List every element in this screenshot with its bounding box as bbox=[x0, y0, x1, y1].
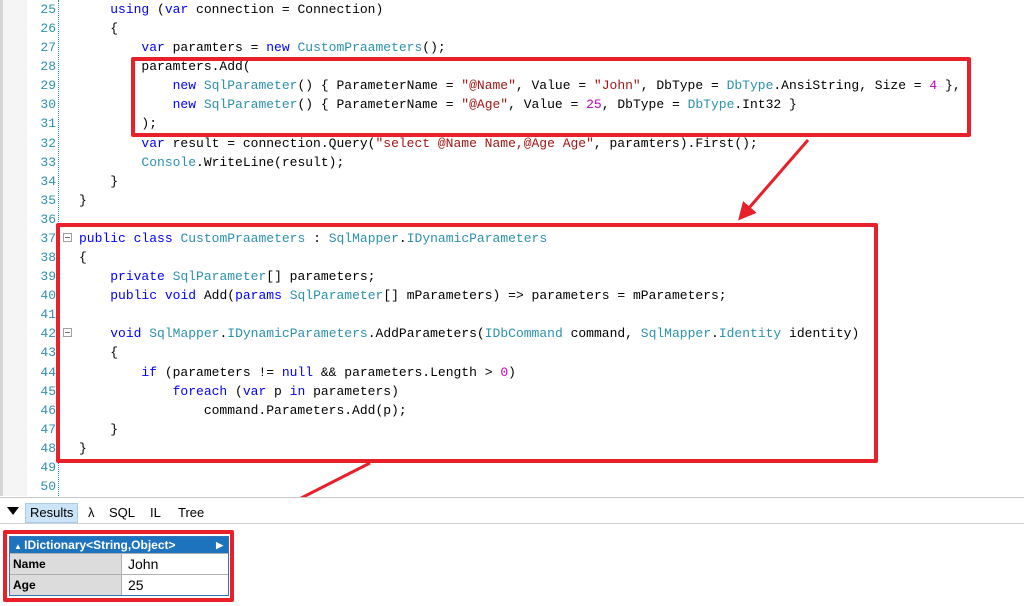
code-text: } bbox=[79, 172, 118, 191]
line-number: 36 bbox=[40, 211, 56, 227]
code-token: result = connection.Query( bbox=[164, 135, 376, 151]
code-token: "select @Name Name,@Age Age" bbox=[375, 135, 594, 151]
line-number: 39 bbox=[40, 269, 56, 285]
line-number: 25 bbox=[40, 2, 56, 17]
row-key: Age bbox=[10, 575, 122, 595]
code-token: ( bbox=[149, 2, 165, 17]
code-text: } bbox=[79, 191, 87, 210]
line-number: 41 bbox=[40, 307, 56, 323]
code-line[interactable]: 26 { bbox=[0, 19, 1024, 38]
tab-results[interactable]: Results bbox=[25, 503, 79, 523]
code-token: var bbox=[141, 40, 165, 56]
code-token: } bbox=[79, 173, 119, 189]
code-token: { bbox=[79, 21, 119, 37]
code-token: .WriteLine(result); bbox=[196, 154, 345, 170]
line-number: 34 bbox=[40, 173, 56, 189]
results-toolbar: Results λ SQL IL Tree bbox=[0, 497, 1024, 528]
result-dictionary-table: ▲ IDictionary<String,Object> ▶ Name John… bbox=[9, 536, 229, 596]
line-number: 26 bbox=[40, 21, 56, 37]
dictionary-header[interactable]: ▲ IDictionary<String,Object> ▶ bbox=[10, 537, 228, 553]
code-token: Console bbox=[141, 154, 197, 170]
code-token: new bbox=[266, 40, 290, 56]
highlight-box-custom-class bbox=[56, 223, 878, 463]
line-number: 48 bbox=[40, 440, 56, 456]
table-row: Age 25 bbox=[10, 574, 228, 595]
code-token: using bbox=[110, 2, 150, 17]
highlight-box-parameters-add bbox=[131, 57, 971, 137]
line-number: 44 bbox=[40, 364, 56, 380]
line-number: 32 bbox=[40, 135, 56, 151]
line-number: 30 bbox=[40, 97, 56, 113]
collapse-triangle-icon[interactable] bbox=[7, 507, 19, 515]
line-number: 38 bbox=[40, 250, 56, 266]
code-token: paramters = bbox=[164, 40, 267, 56]
code-line[interactable]: 27 var paramters = new CustomPraameters(… bbox=[0, 38, 1024, 57]
code-text: using (var connection = Connection) bbox=[79, 0, 383, 19]
row-value: 25 bbox=[128, 577, 144, 593]
line-number: 29 bbox=[40, 78, 56, 94]
code-token: var bbox=[164, 2, 189, 17]
row-key: Name bbox=[10, 554, 122, 574]
line-number: 27 bbox=[40, 40, 56, 56]
code-token: CustomPraameters bbox=[297, 40, 423, 56]
code-token: connection = Connection) bbox=[188, 2, 384, 17]
line-number: 28 bbox=[40, 59, 56, 75]
code-line[interactable]: 25 using (var connection = Connection) bbox=[0, 0, 1024, 19]
code-token: , paramters).First(); bbox=[593, 135, 758, 151]
code-text: var paramters = new CustomPraameters(); bbox=[79, 38, 446, 57]
code-token: var bbox=[141, 135, 165, 151]
collapse-up-icon[interactable]: ▲ bbox=[14, 542, 24, 551]
tab-il[interactable]: IL bbox=[146, 504, 165, 522]
line-number: 50 bbox=[40, 479, 56, 494]
line-number: 42 bbox=[40, 326, 56, 342]
line-number: 33 bbox=[40, 154, 56, 170]
line-number: 40 bbox=[40, 288, 56, 304]
line-number: 37 bbox=[40, 230, 56, 246]
table-row: Name John bbox=[10, 553, 228, 574]
line-number: 45 bbox=[40, 383, 56, 399]
code-line[interactable]: 34 } bbox=[0, 172, 1024, 191]
tab-sql[interactable]: SQL bbox=[105, 504, 139, 522]
code-token: (); bbox=[422, 40, 446, 56]
line-number: 46 bbox=[40, 402, 56, 418]
code-text: { bbox=[79, 19, 118, 38]
dictionary-type-label: IDictionary<String,Object> bbox=[24, 538, 176, 552]
line-number: 43 bbox=[40, 345, 56, 361]
row-value: John bbox=[128, 556, 159, 572]
tab-tree[interactable]: Tree bbox=[174, 504, 208, 522]
code-text: Console.WriteLine(result); bbox=[79, 153, 344, 172]
tab-lambda[interactable]: λ bbox=[84, 504, 99, 522]
line-number: 47 bbox=[40, 421, 56, 437]
code-line[interactable]: 33 Console.WriteLine(result); bbox=[0, 153, 1024, 172]
expand-right-icon[interactable]: ▶ bbox=[216, 537, 223, 553]
line-number: 35 bbox=[40, 192, 56, 208]
code-token: } bbox=[79, 192, 87, 208]
code-line[interactable]: 35} bbox=[0, 191, 1024, 210]
code-line[interactable]: 50 bbox=[0, 477, 1024, 496]
results-divider bbox=[0, 523, 1024, 524]
line-number: 31 bbox=[40, 116, 56, 132]
line-number: 49 bbox=[40, 459, 56, 475]
